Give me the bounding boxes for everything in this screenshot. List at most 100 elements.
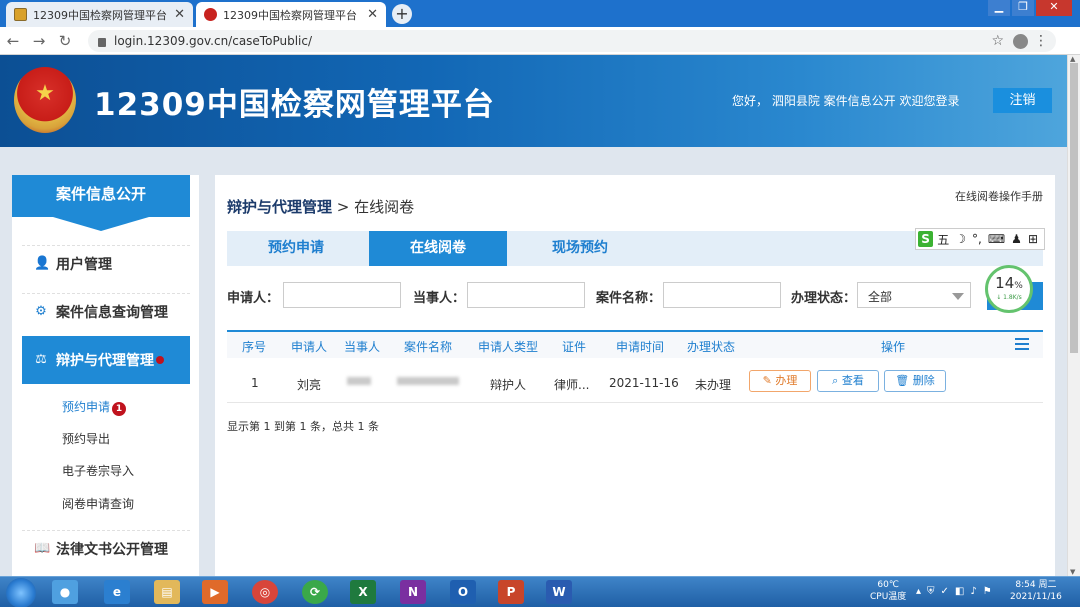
cell-applicant-type: 辩护人 — [490, 378, 527, 392]
cell-applicant: 刘亮 — [297, 378, 322, 392]
excel-icon[interactable]: X — [350, 580, 376, 604]
column-header: 申请人 — [291, 340, 328, 354]
sidebar-subitem-export[interactable]: 预约导出 — [62, 430, 110, 447]
ime-toolbar[interactable]: S 五 ☽ °, ⌨ ♟ ⊞ — [915, 228, 1045, 250]
browser-tab-title: 12309中国检察网管理平台 — [33, 8, 167, 22]
sidebar-subitem-appointment[interactable]: 预约申请 1 — [62, 398, 127, 416]
cpu-temperature: 60℃ CPU温度 — [870, 579, 906, 603]
user-icon: ♟ — [1011, 232, 1022, 246]
delete-button[interactable]: 🗑 删除 — [884, 370, 946, 392]
punctuation-icon: °, — [972, 232, 982, 246]
scroll-down-icon[interactable]: ▼ — [1070, 568, 1075, 576]
sidebar-subitem-import[interactable]: 电子卷宗导入 — [62, 462, 134, 479]
browser-tab-title: 12309中国检察网管理平台 — [223, 8, 357, 22]
sidebar-item-user-management[interactable]: 👤 用户管理 — [22, 245, 190, 281]
sidebar-item-label: 案件信息查询管理 — [56, 304, 168, 321]
app-icon-green[interactable]: ⟳ — [302, 580, 328, 604]
party-input[interactable] — [467, 282, 585, 308]
ie-icon[interactable]: e — [104, 580, 130, 604]
pagination-info: 显示第 1 到第 1 条，总共 1 条 — [227, 420, 379, 433]
tab-online-review[interactable]: 在线阅卷 — [369, 231, 507, 266]
case-name-input[interactable] — [663, 282, 781, 308]
breadcrumb-separator: > — [336, 198, 350, 216]
process-label: 办理 — [775, 374, 798, 387]
national-emblem-logo — [14, 67, 76, 133]
column-header: 序号 — [242, 340, 267, 354]
folder-icon[interactable]: ▤ — [154, 580, 180, 604]
forward-icon[interactable]: → — [26, 32, 52, 50]
new-tab-button[interactable]: + — [392, 4, 412, 24]
outlook-icon[interactable]: O — [450, 580, 476, 604]
media-player-icon[interactable]: ▶ — [202, 580, 228, 604]
view-label: 查看 — [841, 374, 864, 387]
breadcrumb: 辩护与代理管理 > 在线阅卷 — [227, 196, 414, 217]
more-menu-icon[interactable]: ⋮ — [1034, 33, 1048, 49]
status-label: 办理状态： — [791, 291, 857, 306]
column-header: 申请人类型 — [478, 340, 539, 354]
tab-appointment[interactable]: 预约申请 — [227, 231, 365, 266]
breadcrumb-current: 在线阅卷 — [354, 198, 415, 216]
applicant-input[interactable] — [283, 282, 401, 308]
start-button[interactable] — [6, 578, 36, 607]
word-icon[interactable]: W — [546, 580, 572, 604]
sidebar-item-defense-agency[interactable]: ⚖ 辩护与代理管理 — [22, 336, 190, 384]
manual-link[interactable]: 在线阅卷操作手册 — [955, 188, 1043, 204]
sidebar-item-legal-documents[interactable]: 📖 法律文书公开管理 — [22, 530, 190, 566]
sidebar: 案件信息公开 👤 用户管理 ⚙ 案件信息查询管理 ⚖ 辩护与代理管理 预约申请 1… — [12, 175, 199, 576]
column-header: 证件 — [562, 340, 587, 354]
chrome-icon[interactable]: ◎ — [252, 580, 278, 604]
account-icon[interactable] — [1013, 33, 1028, 49]
system-tray-icons[interactable]: ▴⛨✓◧♪⚑ — [916, 586, 998, 597]
network-speed-widget[interactable]: 14% ↓ 1.8K/s — [985, 265, 1033, 313]
speed-rate: ↓ 1.8K/s — [996, 294, 1022, 301]
url-input[interactable]: login.12309.gov.cn/caseToPublic/ ☆ ⋮ — [88, 30, 1056, 52]
bookmark-star-icon[interactable]: ☆ — [991, 33, 1004, 49]
back-icon[interactable]: ← — [0, 32, 26, 50]
browser-tab[interactable]: 12309中国检察网管理平台 ✕ — [6, 2, 193, 27]
user-icon: 👤 — [34, 255, 51, 271]
sidebar-subitem-query[interactable]: 阅卷申请查询 — [62, 495, 134, 512]
moon-icon: ☽ — [955, 232, 967, 246]
search-icon: ⚙ — [35, 303, 47, 319]
delete-label: 删除 — [912, 374, 935, 387]
clock[interactable]: 8:54 周二 2021/11/16 — [1010, 579, 1062, 603]
main-panel: 辩护与代理管理 > 在线阅卷 在线阅卷操作手册 预约申请 在线阅卷 现场预约 S… — [215, 175, 1055, 576]
powerpoint-icon[interactable]: P — [498, 580, 524, 604]
onenote-icon[interactable]: N — [400, 580, 426, 604]
view-button[interactable]: ⌕ 查看 — [817, 370, 879, 392]
close-icon[interactable]: ✕ — [367, 7, 378, 22]
applicant-label: 申请人： — [227, 291, 280, 306]
app-icon-360[interactable]: ● — [52, 580, 78, 604]
cell-index: 1 — [251, 376, 259, 390]
restore-button[interactable]: ❐ — [1012, 0, 1034, 16]
page-scrollbar[interactable]: ▲ ▼ — [1067, 55, 1080, 576]
url-text: login.12309.gov.cn/caseToPublic/ — [114, 34, 312, 48]
status-select[interactable]: 全部 — [857, 282, 971, 308]
notification-dot — [156, 356, 164, 364]
keyboard-icon: ⌨ — [987, 232, 1006, 246]
favicon-icon — [14, 8, 27, 21]
sidebar-item-label: 法律文书公开管理 — [56, 541, 168, 558]
column-settings-icon[interactable] — [1015, 338, 1029, 350]
cell-apply-time: 2021-11-16 — [609, 376, 679, 390]
logout-button[interactable]: 注销 — [993, 88, 1052, 113]
scroll-up-icon[interactable]: ▲ — [1070, 55, 1075, 63]
redacted-case-name — [397, 377, 459, 385]
close-icon[interactable]: ✕ — [174, 7, 185, 22]
sidebar-item-case-query[interactable]: ⚙ 案件信息查询管理 — [22, 293, 190, 329]
case-name-label: 案件名称： — [596, 291, 662, 306]
count-badge: 1 — [112, 402, 127, 416]
reload-icon[interactable]: ↻ — [52, 32, 78, 50]
tab-onsite-appointment[interactable]: 现场预约 — [511, 231, 649, 266]
breadcrumb-parent[interactable]: 辩护与代理管理 — [227, 198, 332, 216]
filter-bar: 申请人： 当事人： 案件名称： 办理状态： 全部 — [227, 282, 987, 310]
browser-tab-active[interactable]: 12309中国检察网管理平台 ✕ — [196, 2, 386, 27]
column-header: 当事人 — [344, 340, 381, 354]
sidebar-item-label: 辩护与代理管理 — [56, 353, 154, 369]
process-button[interactable]: ✎ 办理 — [749, 370, 811, 392]
window-close-button[interactable]: ✕ — [1036, 0, 1072, 16]
ime-mode: 五 — [937, 232, 950, 247]
scroll-thumb[interactable] — [1070, 63, 1078, 353]
minimize-button[interactable]: ▁ — [988, 0, 1010, 16]
window-controls: ▁ ❐ ✕ — [986, 0, 1072, 16]
